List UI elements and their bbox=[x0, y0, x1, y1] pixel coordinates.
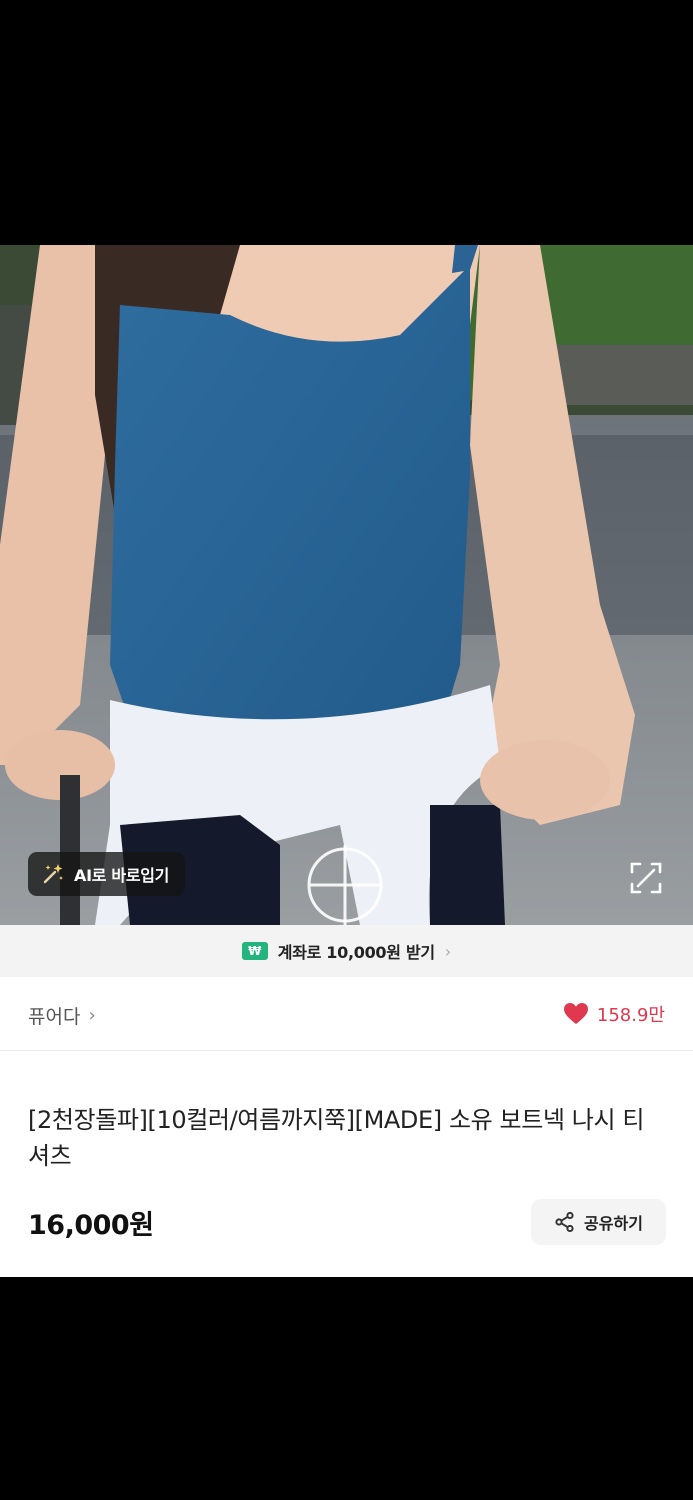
like-count: 158.9만 bbox=[596, 1005, 665, 1026]
product-image[interactable]: AI로 바로입기 bbox=[0, 245, 693, 925]
won-icon: ₩ bbox=[241, 942, 268, 960]
product-price: 16,000원 bbox=[28, 1210, 154, 1241]
ai-try-on-button[interactable]: AI로 바로입기 bbox=[28, 852, 186, 896]
magic-wand-sparkle-icon bbox=[40, 861, 66, 887]
product-title: [2천장돌파][10컬러/여름까지쭉][MADE] 소유 보트넥 나시 티셔츠 bbox=[28, 1106, 645, 1170]
heart-icon bbox=[563, 1002, 589, 1026]
product-photo bbox=[0, 245, 693, 925]
top-letterbox bbox=[0, 0, 693, 245]
share-icon bbox=[554, 1211, 576, 1233]
shop-row: 퓨어다 › 158.9만 bbox=[0, 977, 693, 1051]
chevron-right-icon: › bbox=[444, 941, 452, 961]
shop-link[interactable]: 퓨어다 › bbox=[28, 1002, 96, 1029]
product-info: 퓨어다 › 158.9만 [2천장돌파][10컬러/여름까지쭉][MADE] 소… bbox=[0, 977, 693, 1277]
expand-icon[interactable] bbox=[628, 860, 664, 896]
account-reward-banner[interactable]: ₩ 계좌로 10,000원 받기 › bbox=[0, 925, 693, 977]
promo-text: 계좌로 10,000원 받기 bbox=[277, 943, 435, 962]
bottom-letterbox bbox=[0, 1277, 693, 1500]
chevron-right-icon: › bbox=[88, 1005, 96, 1026]
ai-try-on-label: AI로 바로입기 bbox=[74, 866, 170, 885]
share-button[interactable]: 공유하기 bbox=[531, 1199, 666, 1245]
shop-name: 퓨어다 bbox=[28, 1006, 81, 1028]
share-label: 공유하기 bbox=[584, 1214, 643, 1233]
like-button[interactable]: 158.9만 bbox=[563, 1001, 665, 1027]
